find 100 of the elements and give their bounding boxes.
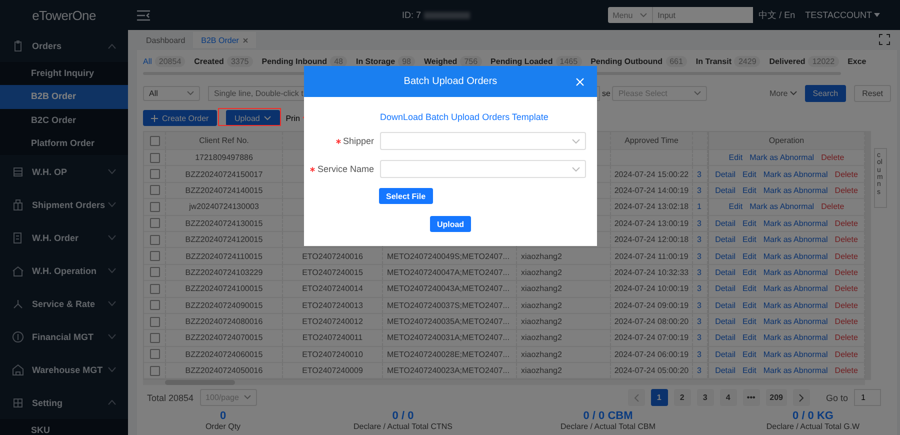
next-page-button[interactable] bbox=[792, 389, 810, 406]
table-cell[interactable]: 1 bbox=[697, 202, 702, 212]
row-checkbox[interactable] bbox=[150, 332, 160, 343]
operation-link[interactable]: Detail bbox=[715, 235, 736, 244]
operation-link[interactable]: Detail bbox=[715, 186, 736, 195]
row-checkbox[interactable] bbox=[150, 152, 160, 163]
table-cell[interactable]: 3 bbox=[697, 366, 702, 376]
scope-select[interactable]: All bbox=[143, 86, 200, 100]
operation-link[interactable]: Edit bbox=[728, 202, 743, 212]
operation-link[interactable]: Delete bbox=[834, 284, 858, 294]
operation-link[interactable]: Edit bbox=[742, 300, 756, 310]
operation-link[interactable]: Detail bbox=[715, 366, 736, 376]
upload-submit-button[interactable]: Upload bbox=[430, 216, 472, 232]
chevron-down-icon[interactable] bbox=[790, 90, 797, 96]
table-cell[interactable]: 3 bbox=[697, 170, 702, 179]
operation-link[interactable]: Delete bbox=[834, 186, 858, 195]
sidebar-item[interactable]: B2B Order bbox=[0, 85, 128, 109]
operation-link[interactable]: Delete bbox=[834, 235, 858, 244]
operation-link[interactable]: Mark as Abnormal bbox=[750, 153, 814, 162]
page-button[interactable]: 3 bbox=[696, 389, 714, 406]
sidebar-group[interactable]: Orders bbox=[0, 30, 128, 62]
table-cell[interactable]: 3 bbox=[697, 218, 702, 228]
reset-button[interactable]: Reset bbox=[854, 84, 891, 102]
operation-link[interactable]: Mark as Abnormal bbox=[763, 186, 828, 195]
operation-link[interactable]: Edit bbox=[728, 153, 743, 162]
row-checkbox[interactable] bbox=[150, 349, 160, 360]
operation-link[interactable]: Mark as Abnormal bbox=[763, 333, 828, 342]
sidebar-group[interactable]: Warehouse MGT bbox=[0, 353, 128, 386]
operation-link[interactable]: Edit bbox=[742, 350, 756, 359]
page-button[interactable]: 2 bbox=[674, 389, 691, 406]
operation-link[interactable]: Edit bbox=[742, 366, 756, 376]
row-checkbox[interactable] bbox=[150, 218, 160, 228]
sidebar-group[interactable]: W.H. Order bbox=[0, 221, 128, 254]
operation-link[interactable]: Delete bbox=[834, 317, 858, 326]
operation-link[interactable]: Edit bbox=[742, 317, 756, 326]
goto-field[interactable]: 1 bbox=[854, 389, 881, 406]
row-checkbox[interactable] bbox=[150, 316, 160, 327]
operation-link[interactable]: Detail bbox=[715, 252, 736, 261]
page-tab[interactable]: B2B Order bbox=[193, 32, 256, 48]
search-button[interactable]: Search bbox=[804, 84, 846, 102]
operation-link[interactable]: Detail bbox=[715, 284, 736, 294]
operation-link[interactable]: Edit bbox=[742, 170, 756, 179]
table-cell[interactable]: 3 bbox=[697, 268, 702, 277]
operation-link[interactable]: Delete bbox=[821, 153, 844, 162]
page-button[interactable]: 4 bbox=[720, 389, 737, 406]
operation-link[interactable]: Delete bbox=[834, 218, 858, 228]
status-tab[interactable]: Exce bbox=[848, 56, 866, 66]
caret-down-icon[interactable] bbox=[874, 13, 880, 17]
menu-search-field[interactable]: Menu Input bbox=[608, 7, 753, 23]
sidebar-item[interactable]: Freight Inquiry bbox=[0, 62, 128, 86]
sidebar-group[interactable]: Shipment Orders bbox=[0, 188, 128, 222]
page-button[interactable]: ••• bbox=[742, 389, 760, 406]
sidebar-group[interactable]: W.H. Operation bbox=[0, 254, 128, 288]
page-button[interactable]: 1 bbox=[650, 389, 668, 406]
table-cell[interactable]: 3 bbox=[697, 317, 702, 326]
operation-link[interactable]: Delete bbox=[834, 366, 858, 376]
row-checkbox[interactable] bbox=[150, 234, 160, 245]
select-field[interactable] bbox=[380, 160, 586, 178]
row-checkbox[interactable] bbox=[150, 366, 160, 376]
row-checkbox[interactable] bbox=[150, 267, 160, 278]
sidebar-item[interactable]: B2C Order bbox=[0, 108, 128, 132]
select-field[interactable] bbox=[380, 132, 586, 150]
template-download-link[interactable]: DownLoad Batch Upload Orders Template bbox=[380, 112, 548, 122]
operation-link[interactable]: Delete bbox=[834, 252, 858, 261]
operation-link[interactable]: Edit bbox=[742, 268, 756, 277]
operation-link[interactable]: Detail bbox=[715, 170, 736, 179]
operation-link[interactable]: Mark as Abnormal bbox=[763, 284, 828, 294]
table-cell[interactable]: 3 bbox=[697, 235, 702, 244]
operation-link[interactable]: Mark as Abnormal bbox=[763, 235, 828, 244]
operation-link[interactable]: Delete bbox=[821, 202, 844, 212]
fullscreen-icon[interactable] bbox=[879, 34, 890, 44]
operation-link[interactable]: Delete bbox=[834, 333, 858, 342]
operation-link[interactable]: Mark as Abnormal bbox=[763, 300, 828, 310]
print-button[interactable]: Prin bbox=[286, 110, 300, 126]
previous-page-button[interactable] bbox=[628, 389, 645, 406]
table-cell[interactable]: 3 bbox=[697, 186, 702, 195]
page-tab[interactable]: Dashboard bbox=[138, 32, 194, 48]
operation-link[interactable]: Mark as Abnormal bbox=[763, 170, 828, 179]
operation-link[interactable]: Delete bbox=[834, 170, 858, 179]
operation-link[interactable]: Mark as Abnormal bbox=[763, 252, 828, 261]
row-checkbox[interactable] bbox=[150, 300, 160, 310]
table-cell[interactable]: 3 bbox=[697, 333, 702, 342]
operation-link[interactable]: Delete bbox=[834, 268, 858, 277]
operation-link[interactable]: Edit bbox=[742, 186, 756, 195]
operation-link[interactable]: Delete bbox=[834, 350, 858, 359]
operation-link[interactable]: Edit bbox=[742, 333, 756, 342]
operation-link[interactable]: Edit bbox=[742, 218, 756, 228]
row-checkbox[interactable] bbox=[150, 284, 160, 294]
sidebar-item[interactable]: SKU bbox=[0, 419, 128, 435]
table-cell[interactable]: 3 bbox=[697, 252, 702, 261]
row-checkbox[interactable] bbox=[150, 202, 160, 212]
table-cell[interactable]: 3 bbox=[697, 350, 702, 359]
close-icon[interactable] bbox=[242, 38, 248, 42]
operation-link[interactable]: Detail bbox=[715, 268, 736, 277]
operation-link[interactable]: Mark as Abnormal bbox=[750, 202, 814, 212]
row-checkbox[interactable] bbox=[150, 251, 160, 262]
operation-link[interactable]: Mark as Abnormal bbox=[763, 268, 828, 277]
operation-link[interactable]: Detail bbox=[715, 333, 736, 342]
more-toggle[interactable]: More bbox=[770, 88, 788, 98]
operation-link[interactable]: Mark as Abnormal bbox=[763, 366, 828, 376]
